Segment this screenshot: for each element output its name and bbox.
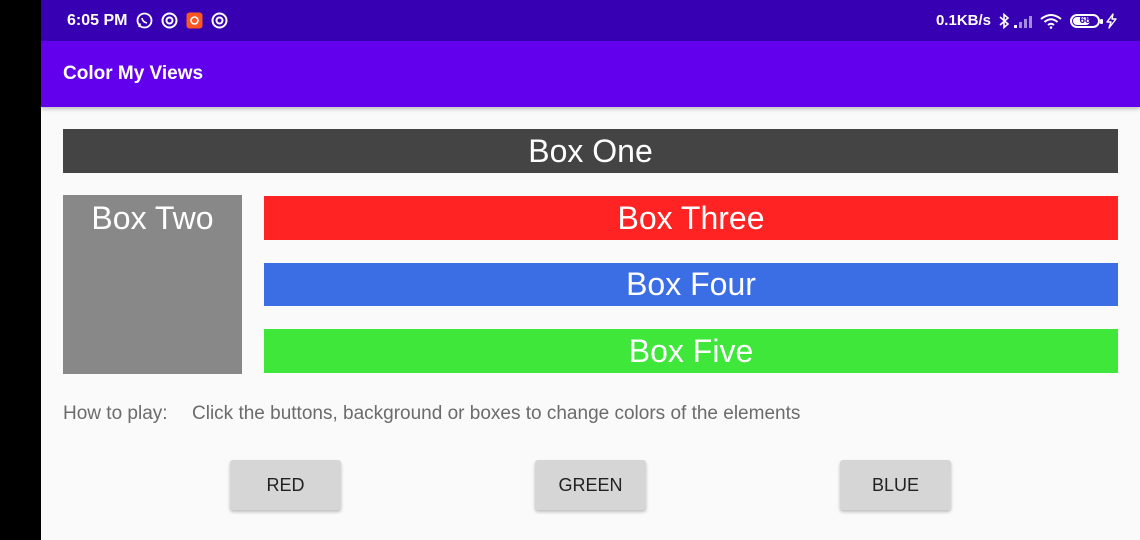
left-edge-strip <box>0 0 41 540</box>
how-to-play-text: Click the buttons, background or boxes t… <box>192 403 801 424</box>
charging-icon <box>1104 12 1120 29</box>
app-notification-icon <box>186 12 203 29</box>
app-bar: Color My Views <box>41 41 1140 107</box>
wifi-icon <box>1040 13 1062 29</box>
whatsapp-icon <box>136 12 153 29</box>
red-button[interactable]: RED <box>230 460 341 510</box>
green-button[interactable]: GREEN <box>535 460 646 510</box>
sync-icon <box>211 12 228 29</box>
box-five[interactable]: Box Five <box>264 329 1118 373</box>
battery-icon: 68 <box>1070 13 1103 28</box>
box-four[interactable]: Box Four <box>264 263 1118 306</box>
app-title: Color My Views <box>63 63 204 84</box>
signal-icon <box>1014 14 1036 28</box>
status-left-group: 6:05 PM <box>67 0 236 41</box>
battery-level: 68 <box>1079 15 1091 26</box>
box-one[interactable]: Box One <box>63 129 1118 173</box>
status-time: 6:05 PM <box>67 11 128 29</box>
blue-button[interactable]: BLUE <box>840 460 951 510</box>
box-two[interactable]: Box Two <box>63 195 242 374</box>
bluetooth-icon <box>999 12 1010 29</box>
status-right-group: 0.1KB/s 68 <box>936 0 1120 41</box>
network-speed: 0.1KB/s <box>935 12 991 29</box>
box-three[interactable]: Box Three <box>264 196 1118 240</box>
how-to-play-label: How to play: <box>63 403 168 424</box>
sync-icon <box>161 12 178 29</box>
status-bar: 6:05 PM 0.1KB/s 68 <box>41 0 1140 41</box>
